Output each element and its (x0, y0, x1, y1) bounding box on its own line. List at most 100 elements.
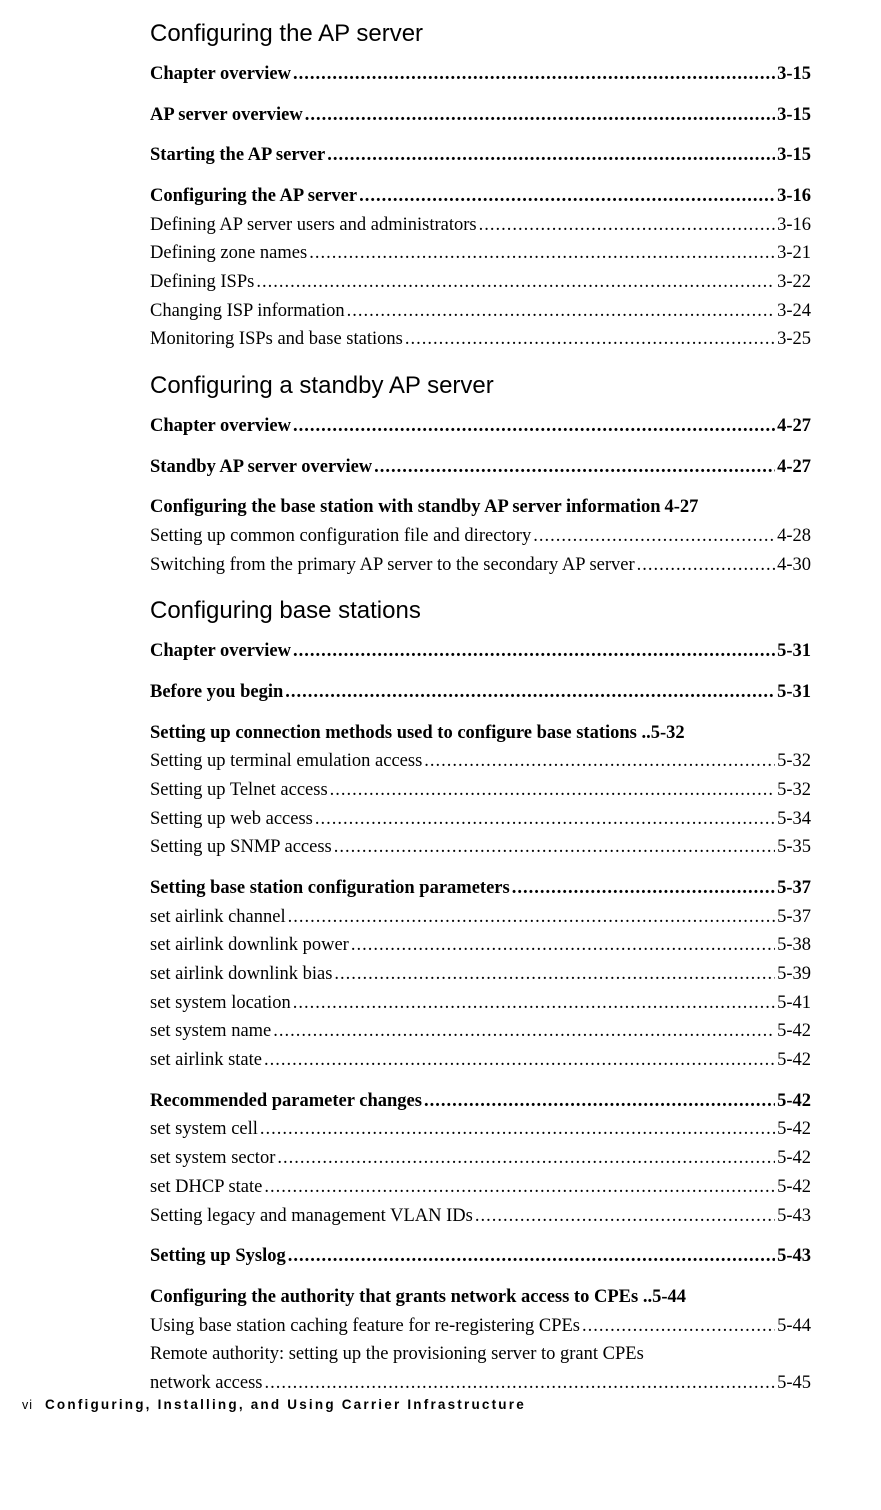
toc-label: Before you begin (150, 678, 283, 707)
toc-entry: Defining zone names ....................… (150, 239, 811, 268)
toc-group: Setting up Syslog ......................… (150, 1242, 811, 1271)
toc-label: Configuring the AP server (150, 182, 357, 211)
toc-leader: ........................................… (637, 551, 775, 580)
toc-leader: ........................................… (351, 931, 775, 960)
toc-group: Before you begin .......................… (150, 678, 811, 707)
toc-page: 5-39 (777, 960, 811, 989)
toc-label: Monitoring ISPs and base stations (150, 325, 403, 354)
toc-label: set airlink downlink bias (150, 960, 332, 989)
toc-page: 4-27 (777, 412, 811, 441)
toc-page: 3-16 (777, 211, 811, 240)
toc-entry: Setting up common configuration file and… (150, 522, 811, 551)
toc-page: 4-27 (777, 453, 811, 482)
toc-page: 5-43 (777, 1202, 811, 1231)
toc-label: Chapter overview (150, 60, 291, 89)
toc-leader: ........................................… (512, 874, 775, 903)
toc-leader: ........................................… (273, 1017, 775, 1046)
toc-page: 5-31 (777, 637, 811, 666)
toc-leader: ........................................… (359, 182, 775, 211)
toc-label: Defining ISPs (150, 268, 254, 297)
toc-leader: ........................................… (256, 268, 775, 297)
toc-entry: Before you begin .......................… (150, 678, 811, 707)
toc-page: 3-24 (777, 297, 811, 326)
toc-leader: ........................................… (533, 522, 775, 551)
toc-leader: ........................................… (309, 239, 775, 268)
toc-leader: ........................................… (479, 211, 775, 240)
toc-page: 3-15 (777, 141, 811, 170)
toc-page: 5-42 (777, 1087, 811, 1116)
toc-page: 5-32 (777, 776, 811, 805)
toc-label: set airlink channel (150, 903, 286, 932)
toc-entry: Setting base station configuration param… (150, 874, 811, 903)
toc-label: Setting base station configuration param… (150, 874, 510, 903)
toc-leader: ........................................… (334, 960, 775, 989)
toc-label: set system name (150, 1017, 271, 1046)
toc-label: Setting up web access (150, 805, 313, 834)
toc-leader: ........................................… (374, 453, 775, 482)
toc-group: Standby AP server overview .............… (150, 453, 811, 482)
toc-label: Defining zone names (150, 239, 307, 268)
toc-entry: Setting up web access ..................… (150, 805, 811, 834)
toc-label: set system location (150, 989, 291, 1018)
page-root: Configuring the AP server Chapter overvie… (0, 0, 881, 1422)
toc-page: 3-15 (777, 101, 811, 130)
toc-label: Switching from the primary AP server to … (150, 551, 635, 580)
toc-page: 5-41 (777, 989, 811, 1018)
toc-leader: ........................................… (315, 805, 775, 834)
toc-leader: ........................................… (305, 101, 775, 130)
toc-entry: Configuring the AP server ..............… (150, 182, 811, 211)
toc-label: Setting up connection methods used to co… (150, 719, 637, 748)
toc-entry: Using base station caching feature for r… (150, 1312, 811, 1341)
toc-entry: Chapter overview .......................… (150, 60, 811, 89)
toc-entry: Chapter overview .......................… (150, 637, 811, 666)
toc-entry: Defining ISPs ..........................… (150, 268, 811, 297)
toc-page: 3-21 (777, 239, 811, 268)
toc-entry: Setting up connection methods used to co… (150, 719, 811, 748)
toc-leader: ........................................… (293, 637, 775, 666)
toc-group: Recommended parameter changes ..........… (150, 1087, 811, 1230)
toc-entry: set system name ........................… (150, 1017, 811, 1046)
toc-leader: ........................................… (424, 1087, 775, 1116)
toc-entry: Monitoring ISPs and base stations ......… (150, 325, 811, 354)
toc-group: Configuring the AP server ..............… (150, 182, 811, 354)
toc-label: network access (150, 1369, 263, 1398)
toc-leader: .. (638, 1283, 652, 1312)
toc-entry: Defining AP server users and administrat… (150, 211, 811, 240)
toc-entry: Standby AP server overview .............… (150, 453, 811, 482)
toc-entry: set system cell ........................… (150, 1115, 811, 1144)
toc-page: 5-32 (777, 747, 811, 776)
toc-leader: ........................................… (347, 297, 775, 326)
toc-page: 3-16 (777, 182, 811, 211)
toc-label: set airlink downlink power (150, 931, 349, 960)
toc-page: 3-25 (777, 325, 811, 354)
toc-leader: ........................................… (265, 1369, 776, 1398)
toc-page: 5-38 (777, 931, 811, 960)
toc-group: Configuring the authority that grants ne… (150, 1283, 811, 1398)
toc-leader: ........................................… (293, 989, 775, 1018)
toc-label: Recommended parameter changes (150, 1087, 422, 1116)
toc-leader: ........................................… (288, 1242, 775, 1271)
toc-leader: ........................................… (288, 903, 775, 932)
toc-entry: Switching from the primary AP server to … (150, 551, 811, 580)
toc-leader: ........................................… (330, 776, 775, 805)
toc-entry: Setting up SNMP access .................… (150, 833, 811, 862)
toc-label: Defining AP server users and administrat… (150, 211, 477, 240)
toc-group: Chapter overview .......................… (150, 412, 811, 441)
toc-page: 5-43 (777, 1242, 811, 1271)
footer-title: Configuring, Installing, and Using Carri… (45, 1397, 526, 1412)
toc-page: 5-34 (777, 805, 811, 834)
toc-leader: ........................................… (582, 1312, 775, 1341)
toc-page: 3-22 (777, 268, 811, 297)
toc-label: Chapter overview (150, 637, 291, 666)
chapter-heading: Configuring base stations (150, 597, 811, 625)
chapter-heading: Configuring a standby AP server (150, 372, 811, 400)
toc-leader: ........................................… (327, 141, 775, 170)
toc-label: Chapter overview (150, 412, 291, 441)
footer-page-number: vi (22, 1398, 33, 1412)
toc-entry: Changing ISP information ...............… (150, 297, 811, 326)
toc-page: 5-31 (777, 678, 811, 707)
toc-label: set system sector (150, 1144, 275, 1173)
toc-group: AP server overview .....................… (150, 101, 811, 130)
toc-label: Setting legacy and management VLAN IDs (150, 1202, 473, 1231)
toc-label: set airlink state (150, 1046, 262, 1075)
